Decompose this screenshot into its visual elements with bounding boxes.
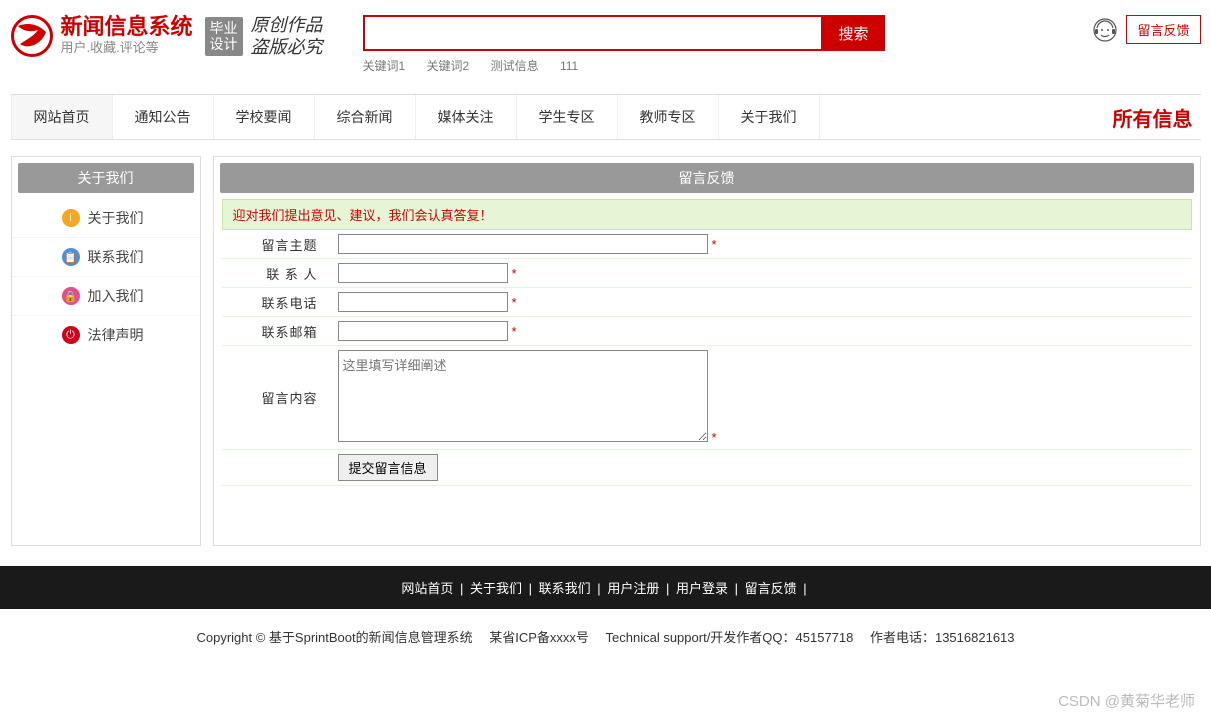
label-content: 留言内容 [222, 346, 332, 450]
sidebar-item-label: 法律声明 [88, 325, 144, 345]
nav-student[interactable]: 学生专区 [517, 95, 618, 139]
required-mark: * [712, 237, 717, 252]
nav-school-news[interactable]: 学校要闻 [214, 95, 315, 139]
panel-title: 留言反馈 [220, 163, 1194, 193]
script-text: 原创作品 盗版必究 [251, 15, 323, 58]
email-input[interactable] [338, 321, 508, 341]
grad-badge: 毕业 设计 [205, 17, 243, 56]
nav-notice[interactable]: 通知公告 [113, 95, 214, 139]
footer-sep: | [529, 581, 532, 596]
contact-name-input[interactable] [338, 263, 508, 283]
power-icon: ⏻ [62, 326, 80, 344]
footer-link-contact[interactable]: 联系我们 [539, 581, 591, 596]
sidebar-item-label: 关于我们 [88, 208, 144, 228]
badge-block: 毕业 设计 原创作品 盗版必究 [205, 15, 323, 58]
nav-home[interactable]: 网站首页 [11, 95, 113, 139]
content-panel: 留言反馈 迎对我们提出意见、建议，我们会认真答复！ 留言主题 * 联 系 人 *… [213, 156, 1201, 546]
footer-nav: 网站首页 | 关于我们 | 联系我们 | 用户注册 | 用户登录 | 留言反馈 … [0, 566, 1211, 609]
nav-about[interactable]: 关于我们 [719, 95, 820, 139]
search-input[interactable] [363, 15, 823, 51]
nav-teacher[interactable]: 教师专区 [618, 95, 719, 139]
copyright: Copyright © 基于SprintBoot的新闻信息管理系统 某省ICP备… [0, 609, 1211, 656]
logo-icon [11, 15, 53, 57]
keyword-link[interactable]: 关键词1 [363, 59, 406, 73]
search-keywords: 关键词1 关键词2 测试信息 111 [363, 57, 1093, 74]
sidebar-item-label: 加入我们 [88, 286, 144, 306]
footer-sep: | [460, 581, 463, 596]
nav-general-news[interactable]: 综合新闻 [315, 95, 416, 139]
footer-link-login[interactable]: 用户登录 [676, 581, 728, 596]
logo-title: 新闻信息系统 [61, 15, 193, 39]
footer-sep: | [735, 581, 738, 596]
footer-sep: | [666, 581, 669, 596]
phone-input[interactable] [338, 292, 508, 312]
keyword-link[interactable]: 111 [560, 59, 578, 73]
subject-input[interactable] [338, 234, 708, 254]
search-block: 搜索 关键词1 关键词2 测试信息 111 [363, 15, 1093, 74]
label-email: 联系邮箱 [222, 317, 332, 346]
feedback-form: 留言主题 * 联 系 人 * 联系电话 * 联系邮箱 * 留言内容 * [222, 230, 1192, 486]
sidebar: 关于我们 i 关于我们 📋 联系我们 🔒 加入我们 ⏻ 法律声明 [11, 156, 201, 546]
support-icon [1092, 17, 1118, 43]
sidebar-title: 关于我们 [18, 163, 194, 193]
submit-button[interactable]: 提交留言信息 [338, 454, 438, 481]
required-mark: * [512, 266, 517, 281]
content-textarea[interactable] [338, 350, 708, 442]
nav-all-info[interactable]: 所有信息 [1113, 103, 1201, 132]
footer-link-home[interactable]: 网站首页 [401, 581, 453, 596]
required-mark: * [712, 430, 717, 445]
sidebar-item-about[interactable]: i 关于我们 [12, 199, 200, 238]
logo-block[interactable]: 新闻信息系统 用户.收藏.评论等 [11, 15, 193, 57]
footer-sep: | [803, 581, 806, 596]
watermark: CSDN @黄菊华老师 [1058, 690, 1195, 711]
sidebar-item-join[interactable]: 🔒 加入我们 [12, 277, 200, 316]
keyword-link[interactable]: 关键词2 [427, 59, 470, 73]
hint-bar: 迎对我们提出意见、建议，我们会认真答复！ [222, 199, 1192, 230]
footer-sep: | [597, 581, 600, 596]
label-phone: 联系电话 [222, 288, 332, 317]
header: 新闻信息系统 用户.收藏.评论等 毕业 设计 原创作品 盗版必究 搜索 [11, 0, 1201, 84]
keyword-link[interactable]: 测试信息 [491, 59, 539, 73]
search-button[interactable]: 搜索 [823, 15, 885, 51]
label-subject: 留言主题 [222, 230, 332, 259]
required-mark: * [512, 295, 517, 310]
sidebar-item-contact[interactable]: 📋 联系我们 [12, 238, 200, 277]
clipboard-icon: 📋 [62, 248, 80, 266]
footer-link-feedback[interactable]: 留言反馈 [745, 581, 797, 596]
lock-icon: 🔒 [62, 287, 80, 305]
footer-link-about[interactable]: 关于我们 [470, 581, 522, 596]
label-contact: 联 系 人 [222, 259, 332, 288]
sidebar-item-legal[interactable]: ⏻ 法律声明 [12, 316, 200, 354]
required-mark: * [512, 324, 517, 339]
sidebar-item-label: 联系我们 [88, 247, 144, 267]
nav-media[interactable]: 媒体关注 [416, 95, 517, 139]
main-nav: 网站首页 通知公告 学校要闻 综合新闻 媒体关注 学生专区 教师专区 关于我们 … [11, 94, 1201, 140]
info-icon: i [62, 209, 80, 227]
footer-link-register[interactable]: 用户注册 [607, 581, 659, 596]
feedback-button[interactable]: 留言反馈 [1126, 15, 1200, 44]
logo-subtitle: 用户.收藏.评论等 [61, 40, 193, 57]
